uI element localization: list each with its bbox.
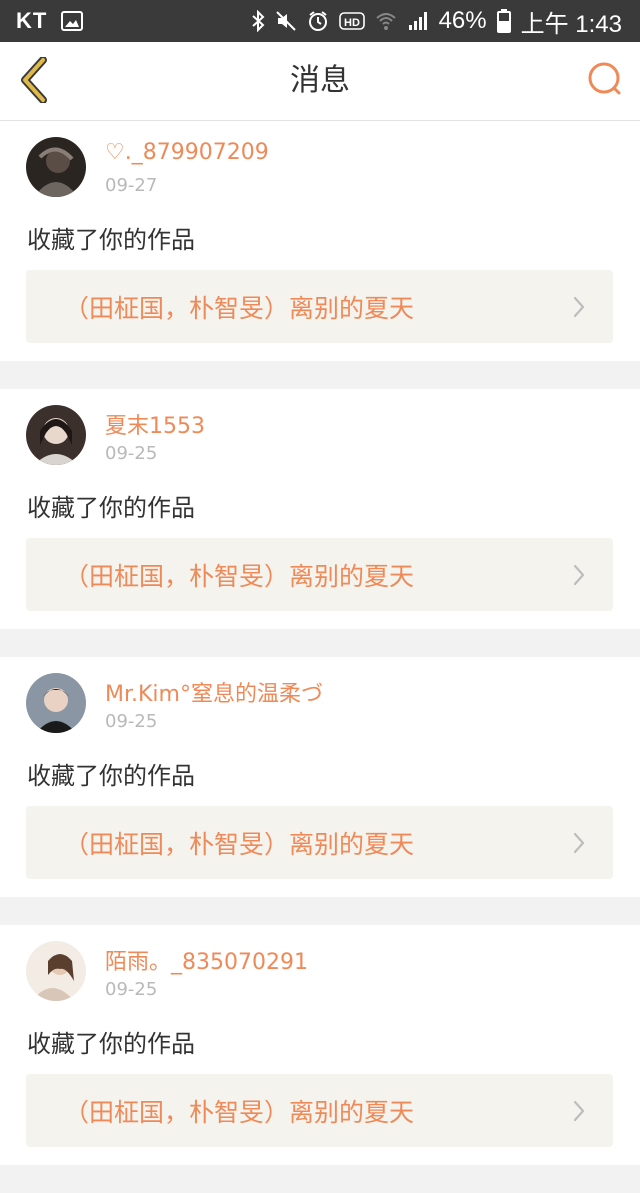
hd-icon: HD <box>338 11 365 31</box>
message-date: 09-25 <box>105 443 158 464</box>
avatar[interactable] <box>26 137 86 197</box>
chevron-right-icon <box>573 832 585 854</box>
signal-icon <box>407 10 429 32</box>
chevron-left-icon <box>19 56 49 107</box>
chevron-right-icon <box>573 564 585 586</box>
app-header: 消息 <box>0 42 640 121</box>
avatar[interactable] <box>26 405 86 465</box>
back-button[interactable] <box>14 56 54 107</box>
work-title: （田柾国，朴智旻）离别的夏天 <box>64 561 415 591</box>
message-card: Mr.Kim°窒息的温柔づ 09-25 收藏了你的作品 （田柾国，朴智旻）离别的… <box>0 657 640 897</box>
username-link[interactable]: Mr.Kim°窒息的温柔づ <box>105 676 323 708</box>
work-link[interactable]: （田柾国，朴智旻）离别的夏天 <box>26 270 613 343</box>
message-card: 陌雨。_835070291 09-25 收藏了你的作品 （田柾国，朴智旻）离别的… <box>0 925 640 1165</box>
bluetooth-icon <box>251 10 265 32</box>
work-title: （田柾国，朴智旻）离别的夏天 <box>64 829 415 859</box>
action-text: 收藏了你的作品 <box>27 1030 195 1058</box>
message-date: 09-25 <box>105 711 158 732</box>
action-text: 收藏了你的作品 <box>27 494 195 522</box>
message-card: 夏末1553 09-25 收藏了你的作品 （田柾国，朴智旻）离别的夏天 <box>0 389 640 629</box>
chevron-right-icon <box>573 296 585 318</box>
page-title: 消息 <box>290 63 350 98</box>
mute-icon <box>275 10 297 32</box>
username-link[interactable]: ♡._879907209 <box>105 140 269 165</box>
chevron-right-icon <box>573 1100 585 1122</box>
message-date: 09-27 <box>105 175 158 196</box>
message-list: ♡._879907209 09-27 收藏了你的作品 （田柾国，朴智旻）离别的夏… <box>0 121 640 1193</box>
status-bar-right: HD 46% 上午 1:43 <box>251 4 622 39</box>
clock: 上午 1:43 <box>520 10 622 38</box>
avatar[interactable] <box>26 941 86 1001</box>
status-bar-left: KT <box>16 8 84 34</box>
username-link[interactable]: 陌雨。_835070291 <box>105 944 308 976</box>
search-button[interactable] <box>584 60 626 102</box>
battery-icon <box>496 9 511 33</box>
work-link[interactable]: （田柾国，朴智旻）离别的夏天 <box>26 538 613 611</box>
work-link[interactable]: （田柾国，朴智旻）离别的夏天 <box>26 1074 613 1147</box>
status-bar: KT HD 46% 上午 1:43 <box>0 0 640 42</box>
battery-percent: 46% <box>438 7 487 34</box>
message-card: ♡._879907209 09-27 收藏了你的作品 （田柾国，朴智旻）离别的夏… <box>0 121 640 361</box>
action-text: 收藏了你的作品 <box>27 226 195 254</box>
carrier-label: KT <box>16 8 48 33</box>
svg-text:HD: HD <box>344 17 360 29</box>
work-title: （田柾国，朴智旻）离别的夏天 <box>64 1097 415 1127</box>
wifi-icon <box>375 10 397 32</box>
image-icon <box>61 11 84 31</box>
message-date: 09-25 <box>105 979 158 1000</box>
work-title: （田柾国，朴智旻）离别的夏天 <box>64 293 415 323</box>
alarm-icon <box>307 10 329 32</box>
username-link[interactable]: 夏末1553 <box>105 408 205 440</box>
work-link[interactable]: （田柾国，朴智旻）离别的夏天 <box>26 806 613 879</box>
action-text: 收藏了你的作品 <box>27 762 195 790</box>
search-icon <box>586 60 624 102</box>
avatar[interactable] <box>26 673 86 733</box>
